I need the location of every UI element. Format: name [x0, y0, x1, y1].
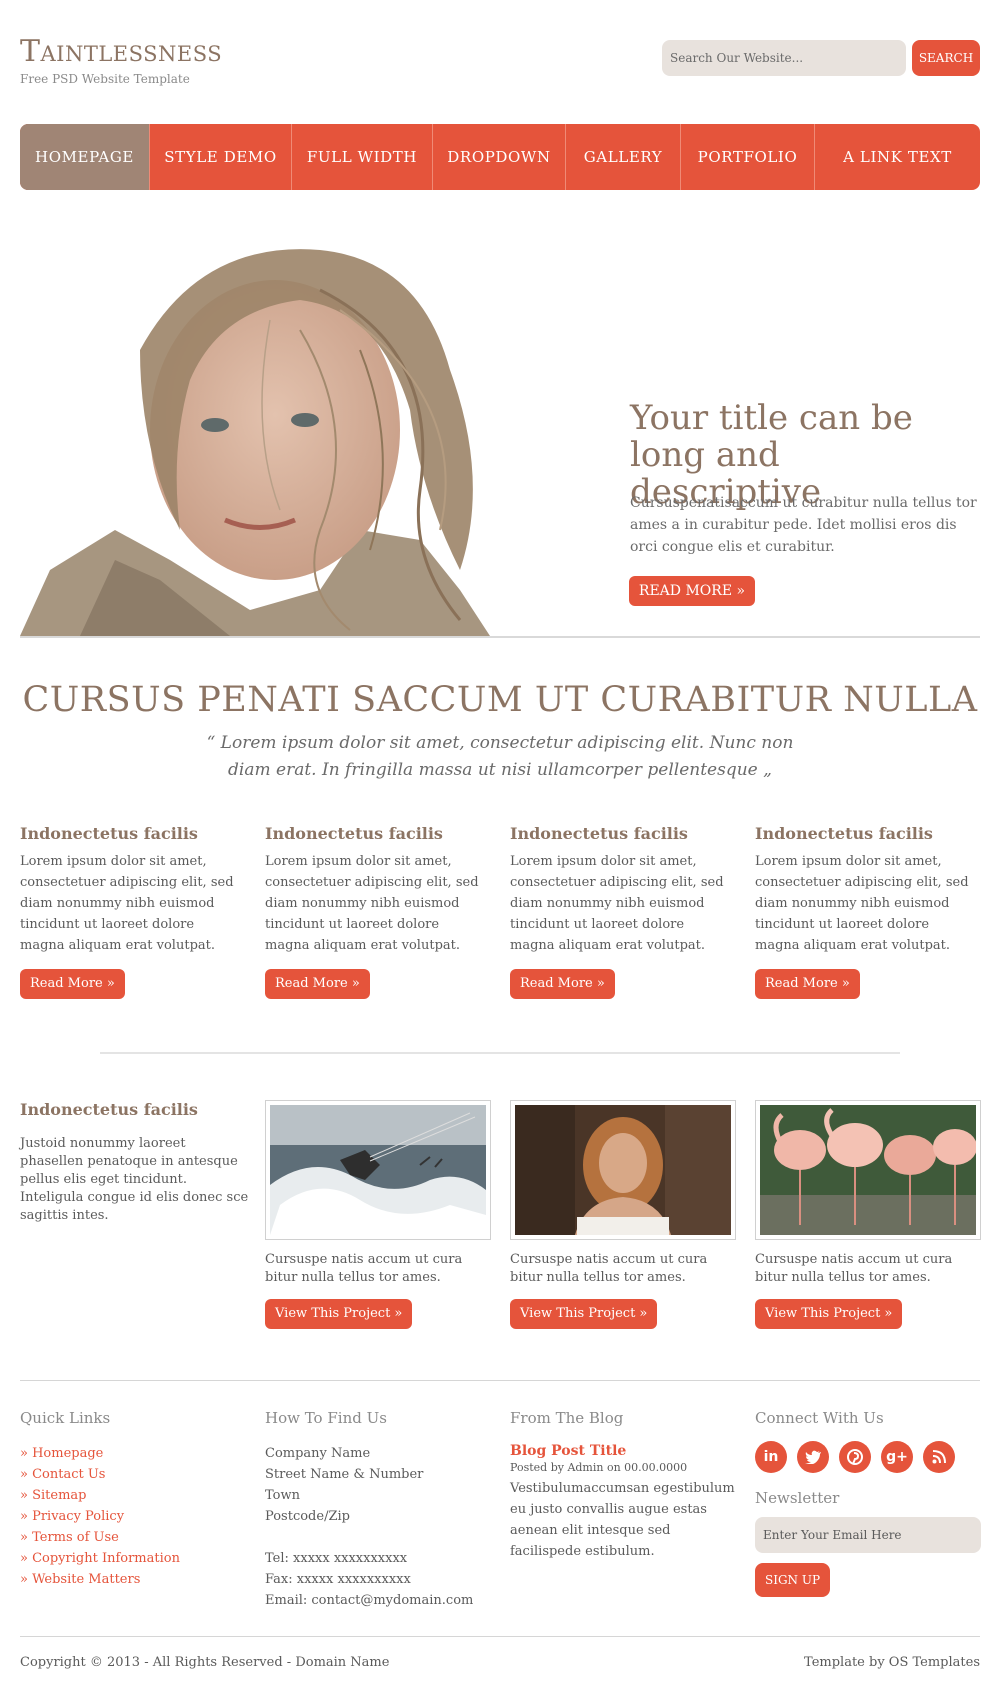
newsletter-heading: Newsletter	[755, 1489, 840, 1507]
project-card: Cursuspe natis accum ut cura bitur nulla…	[755, 1100, 981, 1329]
pinterest-icon[interactable]	[839, 1441, 871, 1473]
google-plus-icon[interactable]: g+	[881, 1441, 913, 1473]
rss-icon[interactable]	[923, 1441, 955, 1473]
projects-text: Justoid nonummy laoreet phasellen penato…	[20, 1136, 249, 1223]
feature-columns: Indonectetus facilis Lorem ipsum dolor s…	[20, 824, 980, 1004]
contact-fax: Fax: xxxxx xxxxxxxxxx	[265, 1572, 411, 1587]
copyright-text: Copyright © 2013 - All Rights Reserved -…	[20, 1655, 390, 1670]
nav-item-gallery[interactable]: GALLERY	[566, 124, 681, 190]
hero-text: Cursuspenatisaccum ut curabitur nulla te…	[630, 495, 977, 555]
project-thumbnail-flamingos[interactable]	[755, 1100, 981, 1240]
project-thumbnail-kitesurf[interactable]	[265, 1100, 491, 1240]
main-navigation: HOMEPAGE STYLE DEMO FULL WIDTH DROPDOWN …	[20, 124, 980, 190]
project-card: Cursuspe natis accum ut cura bitur nulla…	[510, 1100, 736, 1329]
feature-column: Indonectetus facilis Lorem ipsum dolor s…	[265, 824, 480, 999]
site-header: Taintlessness Free PSD Website Template …	[20, 34, 980, 94]
nav-item-a-link-text[interactable]: A LINK TEXT	[815, 124, 980, 190]
quick-links-heading: Quick Links	[20, 1409, 111, 1427]
contact-tel: Tel: xxxxx xxxxxxxxxx	[265, 1551, 408, 1566]
projects-intro: Indonectetus facilis Justoid nonummy lao…	[20, 1100, 250, 1225]
project-caption: Cursuspe natis accum ut cura bitur nulla…	[265, 1252, 463, 1285]
feature-text: Lorem ipsum dolor sit amet, consectetuer…	[755, 854, 969, 953]
feature-title: Indonectetus facilis	[20, 824, 198, 843]
template-credit[interactable]: Template by OS Templates	[804, 1655, 980, 1670]
project-thumbnail-portrait[interactable]	[510, 1100, 736, 1240]
footer-link-website-matters[interactable]: » Website Matters	[20, 1569, 250, 1590]
feature-title: Indonectetus facilis	[510, 824, 688, 843]
search-input[interactable]	[662, 40, 906, 76]
nav-item-homepage[interactable]: HOMEPAGE	[20, 124, 150, 190]
address-postcode: Postcode/Zip	[265, 1509, 350, 1524]
blog-column: From The Blog Blog Post Title Posted by …	[510, 1409, 740, 1562]
blog-heading: From The Blog	[510, 1409, 624, 1427]
contact-email[interactable]: Email: contact@mydomain.com	[265, 1590, 495, 1611]
projects-section: Indonectetus facilis Justoid nonummy lao…	[20, 1100, 981, 1340]
footer-link-homepage[interactable]: » Homepage	[20, 1443, 250, 1464]
footer-link-sitemap[interactable]: » Sitemap	[20, 1485, 250, 1506]
site-footer: Quick Links » Homepage » Contact Us » Si…	[20, 1380, 981, 1640]
site-logo-title[interactable]: Taintlessness	[20, 34, 222, 69]
intro-quote: “ Lorem ipsum dolor sit amet, consectetu…	[206, 733, 794, 780]
footer-link-copyright-information[interactable]: » Copyright Information	[20, 1548, 250, 1569]
linkedin-icon[interactable]: in	[755, 1441, 787, 1473]
view-project-button[interactable]: View This Project »	[510, 1299, 658, 1329]
view-project-button[interactable]: View This Project »	[265, 1299, 413, 1329]
footer-link-privacy-policy[interactable]: » Privacy Policy	[20, 1506, 250, 1527]
connect-column: Connect With Us in g+ Newsletter SIGN UP	[755, 1409, 981, 1597]
site-tagline: Free PSD Website Template	[20, 72, 190, 86]
footer-link-contact-us[interactable]: » Contact Us	[20, 1464, 250, 1485]
projects-title: Indonectetus facilis	[20, 1100, 198, 1119]
find-us-column: How To Find Us Company Name Street Name …	[265, 1409, 495, 1611]
quick-links-column: Quick Links » Homepage » Contact Us » Si…	[20, 1409, 250, 1590]
feature-column: Indonectetus facilis Lorem ipsum dolor s…	[510, 824, 725, 999]
intro-title: CURSUS PENATI SACCUM UT CURABITUR NULLA	[22, 680, 978, 720]
feature-column: Indonectetus facilis Lorem ipsum dolor s…	[755, 824, 970, 999]
project-caption: Cursuspe natis accum ut cura bitur nulla…	[755, 1252, 953, 1285]
footer-link-terms-of-use[interactable]: » Terms of Use	[20, 1527, 250, 1548]
feature-text: Lorem ipsum dolor sit amet, consectetuer…	[510, 854, 724, 953]
blog-post-excerpt: Vestibulumaccumsan egestibulum eu justo …	[510, 1481, 735, 1559]
blog-post-title[interactable]: Blog Post Title	[510, 1443, 740, 1459]
view-project-button[interactable]: View This Project »	[755, 1299, 903, 1329]
read-more-button[interactable]: Read More »	[755, 969, 860, 999]
feature-title: Indonectetus facilis	[755, 824, 933, 843]
nav-item-portfolio[interactable]: PORTFOLIO	[681, 124, 815, 190]
project-caption: Cursuspe natis accum ut cura bitur nulla…	[510, 1252, 708, 1285]
copyright-bar: Copyright © 2013 - All Rights Reserved -…	[20, 1636, 980, 1672]
social-icons: in g+	[755, 1441, 980, 1473]
address-street: Street Name & Number	[265, 1467, 424, 1482]
nav-item-full-width[interactable]: FULL WIDTH	[292, 124, 433, 190]
section-divider	[100, 1052, 900, 1054]
newsletter-email-input[interactable]	[755, 1517, 981, 1553]
read-more-button[interactable]: Read More »	[265, 969, 370, 999]
hero-section: Your title can be long and descriptive C…	[20, 230, 980, 638]
search-button[interactable]: SEARCH	[912, 40, 980, 76]
nav-item-style-demo[interactable]: STYLE DEMO	[150, 124, 292, 190]
blog-post-meta: Posted by Admin on 00.00.0000	[510, 1461, 688, 1474]
feature-title: Indonectetus facilis	[265, 824, 443, 843]
twitter-icon[interactable]	[797, 1441, 829, 1473]
intro-section: CURSUS PENATI SACCUM UT CURABITUR NULLA …	[20, 680, 980, 784]
read-more-button[interactable]: Read More »	[20, 969, 125, 999]
hero-read-more-button[interactable]: READ MORE »	[629, 576, 755, 606]
address-town: Town	[265, 1488, 300, 1503]
find-us-heading: How To Find Us	[265, 1409, 387, 1427]
read-more-button[interactable]: Read More »	[510, 969, 615, 999]
address-company: Company Name	[265, 1446, 371, 1461]
connect-heading: Connect With Us	[755, 1409, 884, 1427]
project-card: Cursuspe natis accum ut cura bitur nulla…	[265, 1100, 491, 1329]
hero-portrait-image	[20, 230, 512, 636]
nav-item-dropdown[interactable]: DROPDOWN	[433, 124, 566, 190]
feature-text: Lorem ipsum dolor sit amet, consectetuer…	[20, 854, 234, 953]
feature-column: Indonectetus facilis Lorem ipsum dolor s…	[20, 824, 235, 999]
feature-text: Lorem ipsum dolor sit amet, consectetuer…	[265, 854, 479, 953]
newsletter-signup-button[interactable]: SIGN UP	[755, 1563, 831, 1597]
quick-links-list: » Homepage » Contact Us » Sitemap » Priv…	[20, 1443, 250, 1590]
